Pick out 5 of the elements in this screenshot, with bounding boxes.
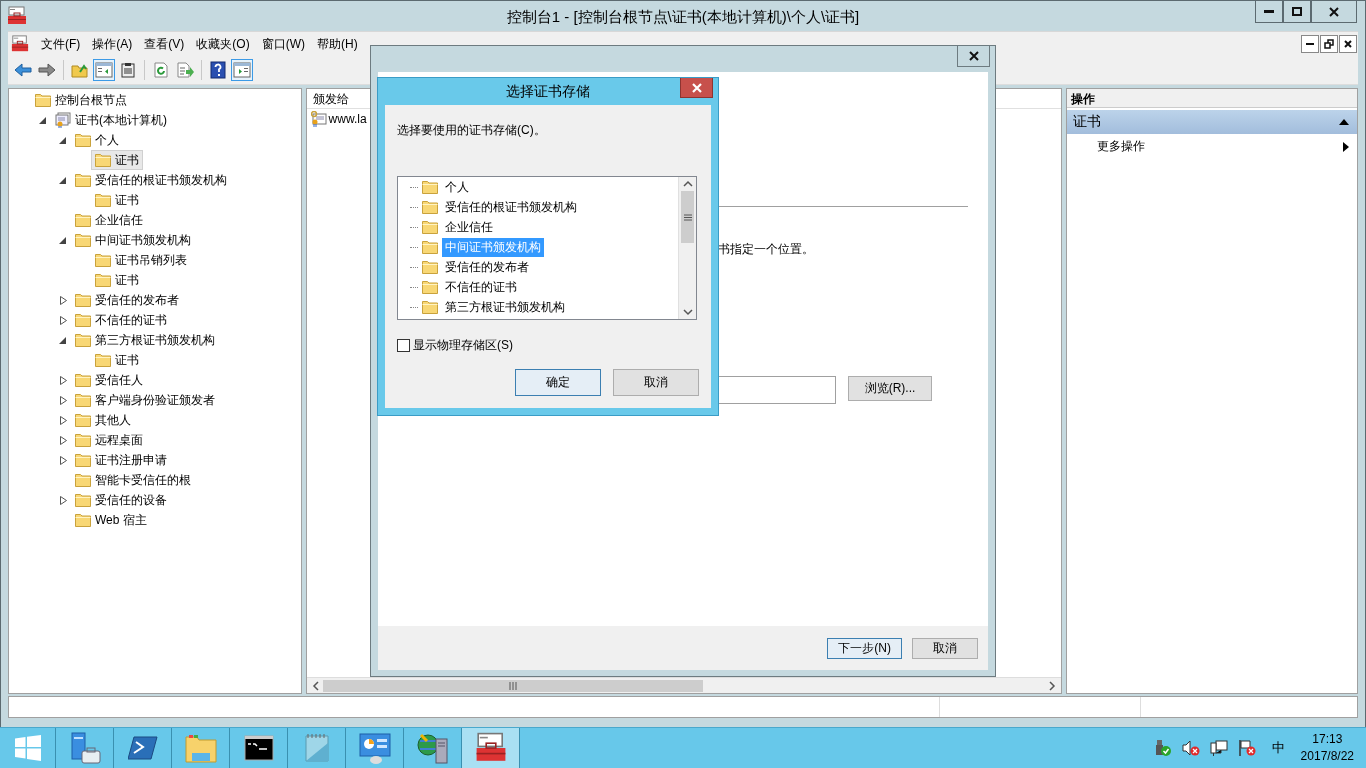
- window-title: 控制台1 - [控制台根节点\证书(本地计算机)\个人\证书]: [506, 8, 860, 27]
- pane-header: 操作: [1067, 89, 1357, 108]
- prompt-text: 选择要使用的证书存储(C)。: [397, 122, 547, 139]
- instruction-text: 书指定一个位置。: [718, 241, 814, 258]
- dialog-title: 选择证书存储: [506, 82, 590, 101]
